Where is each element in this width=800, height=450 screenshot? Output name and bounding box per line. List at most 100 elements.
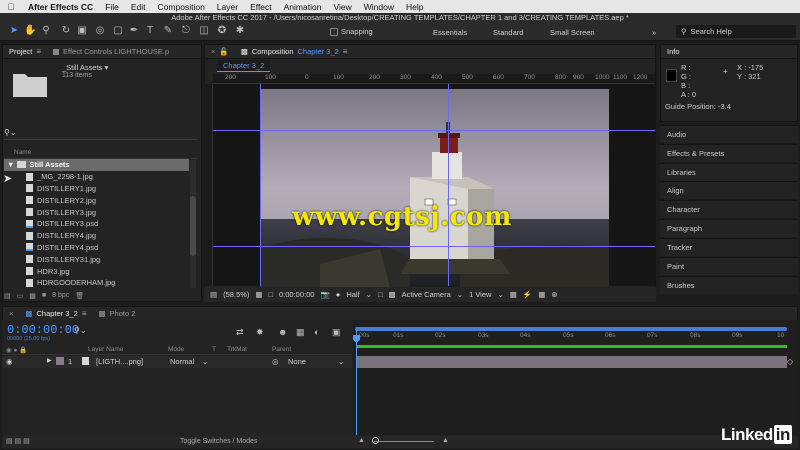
menu-window[interactable]: Window [358,2,400,12]
pickwhip-icon[interactable]: ◎ [272,357,279,366]
panel-menu-icon[interactable]: ≡ [82,309,87,318]
menu-layer[interactable]: Layer [211,2,244,12]
zoom-tool-icon[interactable]: ⚲ [40,25,52,37]
panel-align[interactable]: Align [660,181,798,199]
tab-close-icon[interactable]: × 🔓 [205,47,235,56]
draft-3d-icon[interactable]: ✸ [256,327,264,338]
guide-line-horizontal[interactable] [213,246,655,247]
interpret-footage-icon[interactable]: ▤ [4,292,11,300]
playhead-line[interactable] [356,330,357,435]
tab-close-icon[interactable]: × [3,309,19,318]
comp-mini-flowchart-icon[interactable]: ⇄ [236,327,244,338]
tab-chapter-3-2[interactable]: ▩ Chapter 3_2 ≡ [19,309,92,318]
camera-tool-icon[interactable]: ▣ [76,25,88,37]
layer-parent-dropdown[interactable]: None [288,357,306,366]
zoom-in-icon[interactable]: ▲ [442,437,449,444]
list-item[interactable]: DISTILLERY3.psd [4,218,189,230]
list-item[interactable]: DISTILLERY4.jpg [4,230,189,242]
tab-photo-2[interactable]: ▩ Photo 2 [92,309,141,318]
project-search-input[interactable]: ⚲⌄ [4,128,197,140]
list-item[interactable]: DISTILLERY2.jpg [4,194,189,206]
layer-name[interactable]: [LIGTH....png] [96,357,143,366]
project-scrollbar[interactable] [190,160,196,288]
frame-blend-icon[interactable]: ▦ [296,327,305,338]
timeline-link-icon[interactable]: ▦ [538,290,545,299]
menu-animation[interactable]: Animation [278,2,328,12]
workspace-small-screen[interactable]: Small Screen [550,28,595,37]
menu-view[interactable]: View [327,2,357,12]
panel-menu-icon[interactable]: ≡ [36,47,41,56]
new-comp-icon[interactable]: ▩ [29,292,36,300]
project-column-header[interactable]: Name [4,149,197,159]
views-dropdown[interactable]: 1 View [469,290,491,299]
panel-paint[interactable]: Paint [660,257,798,275]
menu-file[interactable]: File [99,2,125,12]
workspace-essentials[interactable]: Essentials [433,28,467,37]
list-item[interactable]: DISTILLERY3.jpg [4,206,189,218]
lock-icon[interactable]: 🔓 [219,47,228,56]
scroll-thumb[interactable] [190,196,196,256]
list-item[interactable]: _MG_2298-1.jpg [4,171,189,183]
roto-tool-icon[interactable]: ✪ [216,25,228,37]
workspace-standard[interactable]: Standard [493,28,523,37]
snapping-checkbox[interactable] [330,27,338,36]
snapping-toggle[interactable]: Snapping [330,27,373,36]
guide-line-horizontal[interactable] [213,130,655,131]
column-trkmat[interactable]: TrkMat [227,346,247,353]
column-parent[interactable]: Parent [272,346,291,353]
list-item[interactable]: DISTILLERY1.jpg [4,183,189,195]
twirl-triangle-icon[interactable]: ▶ [47,357,52,364]
resolution-dropdown[interactable]: Half [346,290,359,299]
clone-tool-icon[interactable]: ⎋ [180,25,192,37]
list-item[interactable]: HDR3.jpg [4,265,189,277]
tab-info[interactable]: Info [661,47,686,56]
menu-edit[interactable]: Edit [125,2,152,12]
composition-ruler-left[interactable] [204,84,213,286]
type-tool-icon[interactable]: T [144,25,156,37]
workspace-menu-icon[interactable]: » [652,28,656,37]
pan-behind-tool-icon[interactable]: ◎ [94,25,106,37]
eraser-tool-icon[interactable]: ◫ [198,25,210,37]
expand-switches-icon[interactable]: ▤ ▤ ▤ [6,437,30,445]
rotate-tool-icon[interactable]: ↻ [60,25,72,37]
panel-audio[interactable]: Audio [660,125,798,143]
zoom-out-icon[interactable]: ▲ [358,437,365,444]
flowchart-icon[interactable]: ⊛ [551,290,557,299]
guide-line-vertical[interactable] [448,84,449,286]
mask-icon[interactable]: □ [268,290,273,299]
keyframe-end-icon[interactable]: ◇ [787,357,793,366]
toggle-pixel-icon[interactable]: ▦ [510,290,517,299]
graph-editor-icon[interactable]: ▣ [332,327,341,338]
tab-composition[interactable]: ▩ Composition Chapter 3_2 ≡ [235,47,354,56]
panel-menu-icon[interactable]: ≡ [343,47,348,56]
tab-effect-controls[interactable]: Effect Controls LIGHTHOUSE.p [47,47,175,56]
panel-character[interactable]: Character [660,200,798,218]
chevron-down-icon[interactable]: ⌄ [338,357,344,366]
apple-icon[interactable]:  [0,2,22,12]
menu-effect[interactable]: Effect [244,2,278,12]
av-switches-icon[interactable]: ◉ ● 🔒 [6,346,27,354]
brush-tool-icon[interactable]: ✎ [162,25,174,37]
pen-tool-icon[interactable]: ✒ [128,25,140,37]
menu-app[interactable]: After Effects CC [22,2,99,12]
table-row[interactable]: ◉ ▶ 1 [LIGTH....png] Normal ⌄ ◎ None ⌄ [2,356,352,368]
magnification-dropdown[interactable]: (58.5%) [223,290,249,299]
selection-tool-icon[interactable]: ➤ [8,25,20,37]
panel-paragraph[interactable]: Paragraph [660,219,798,237]
panel-brushes[interactable]: Brushes [660,276,798,294]
project-folder-row[interactable]: ▼ Still Assets [4,159,189,171]
layer-duration-bar[interactable] [357,356,787,368]
shy-icon[interactable]: ☻ [278,327,287,337]
panel-effects-presets[interactable]: Effects & Presets [660,144,798,162]
visibility-eye-icon[interactable]: ◉ [6,357,13,366]
hand-tool-icon[interactable]: ✋ [24,25,36,37]
layer-mode-dropdown[interactable]: Normal [170,357,194,366]
channel-icon[interactable]: ● [336,290,341,299]
always-preview-icon[interactable]: ▤ [210,290,217,299]
disclosure-triangle-icon[interactable]: ▼ [7,160,14,169]
fast-preview-icon[interactable]: ⚡ [523,290,532,299]
zoom-slider[interactable] [374,441,434,442]
toggle-switches-modes-button[interactable]: Toggle Switches / Modes [180,438,257,445]
panel-libraries[interactable]: Libraries [660,163,798,181]
composition-ruler-top[interactable]: 200 100 0 100 200 300 400 500 600 700 80… [213,74,655,84]
